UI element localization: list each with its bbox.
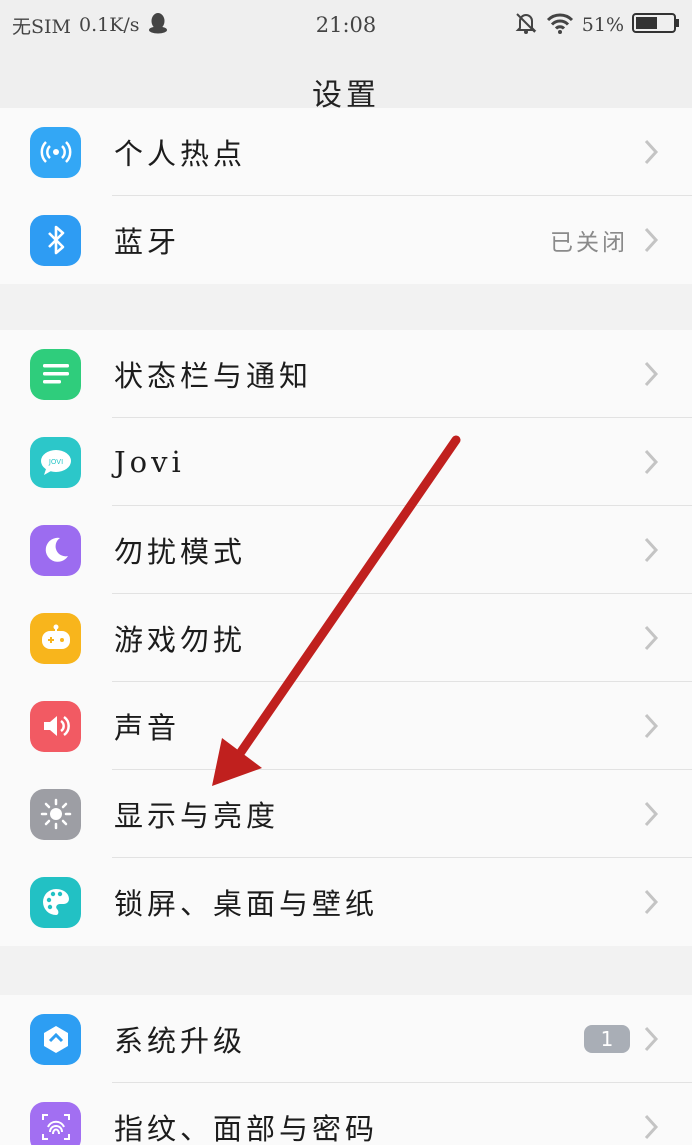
- game-icon: [30, 612, 81, 664]
- brightness-icon: [30, 788, 81, 840]
- settings-item-label: 锁屏、桌面与壁纸: [114, 887, 379, 921]
- chevron-right-icon: [644, 537, 659, 563]
- status-bar: 无SIM 0.1K/s 21:08 51%: [0, 0, 692, 50]
- status-bar-right: 51%: [514, 11, 680, 40]
- page-title: 设置: [312, 77, 380, 113]
- settings-item-lockscreen-wallpaper[interactable]: 锁屏、桌面与壁纸: [0, 858, 692, 946]
- chevron-right-icon: [644, 139, 659, 165]
- chevron-right-icon: [644, 889, 659, 915]
- settings-item-label: 蓝牙: [114, 225, 181, 259]
- system-update-icon: [30, 1013, 81, 1065]
- settings-item-game-dnd[interactable]: 游戏勿扰: [0, 594, 692, 682]
- settings-item-bluetooth[interactable]: 蓝牙 已关闭: [0, 196, 692, 284]
- chevron-right-icon: [644, 801, 659, 827]
- settings-item-label: 游戏勿扰: [114, 623, 247, 657]
- status-bar-icon: [30, 348, 81, 400]
- settings-item-hotspot[interactable]: 个人热点: [0, 108, 692, 196]
- chevron-right-icon: [644, 1026, 659, 1052]
- settings-item-fingerprint-face-password[interactable]: 指纹、面部与密码: [0, 1083, 692, 1145]
- update-count-badge: 1: [584, 1025, 630, 1053]
- chevron-right-icon: [644, 361, 659, 387]
- hotspot-icon: [30, 126, 81, 178]
- settings-group-connectivity: 个人热点 蓝牙 已关闭: [0, 108, 692, 284]
- chevron-right-icon: [644, 1114, 659, 1140]
- settings-item-status-bar[interactable]: 状态栏与通知: [0, 330, 692, 418]
- settings-item-label: 个人热点: [114, 137, 247, 171]
- settings-item-system-update[interactable]: 系统升级 1: [0, 995, 692, 1083]
- jovi-icon: JOVI: [30, 436, 81, 488]
- status-bar-left: 无SIM 0.1K/s: [12, 12, 168, 39]
- wifi-icon: [546, 12, 574, 39]
- battery-level: 51%: [581, 14, 624, 36]
- speaker-icon: [30, 700, 81, 752]
- bluetooth-status: 已关闭: [550, 230, 628, 256]
- settings-item-label: 指纹、面部与密码: [114, 1112, 379, 1145]
- settings-item-label: 声音: [114, 711, 181, 745]
- settings-item-jovi[interactable]: JOVI Jovi: [0, 418, 692, 506]
- settings-group-system: 系统升级 1 指纹、面部与密码: [0, 995, 692, 1145]
- chevron-right-icon: [644, 449, 659, 475]
- battery-icon: [632, 12, 680, 39]
- bell-off-icon: [514, 11, 538, 40]
- settings-item-label: 显示与亮度: [114, 799, 280, 833]
- moon-icon: [30, 524, 81, 576]
- qq-icon: [148, 12, 168, 39]
- settings-item-label: 系统升级: [114, 1024, 247, 1058]
- settings-item-label: Jovi: [114, 445, 185, 479]
- sim-status: 无SIM: [12, 15, 71, 38]
- fingerprint-icon: [30, 1101, 81, 1145]
- chevron-right-icon: [644, 227, 659, 253]
- settings-item-label: 状态栏与通知: [114, 359, 313, 393]
- svg-text:JOVI: JOVI: [47, 458, 62, 466]
- settings-item-do-not-disturb[interactable]: 勿扰模式: [0, 506, 692, 594]
- settings-item-display-brightness[interactable]: 显示与亮度: [0, 770, 692, 858]
- chevron-right-icon: [644, 625, 659, 651]
- settings-item-sound[interactable]: 声音: [0, 682, 692, 770]
- settings-item-label: 勿扰模式: [114, 535, 247, 569]
- network-speed: 0.1K/s: [78, 14, 140, 36]
- palette-icon: [30, 876, 81, 928]
- settings-group-display: 状态栏与通知 JOVI Jovi 勿扰模式 游戏勿扰 声音 显示与亮度 锁屏、桌…: [0, 330, 692, 946]
- chevron-right-icon: [644, 713, 659, 739]
- bluetooth-icon: [30, 214, 81, 266]
